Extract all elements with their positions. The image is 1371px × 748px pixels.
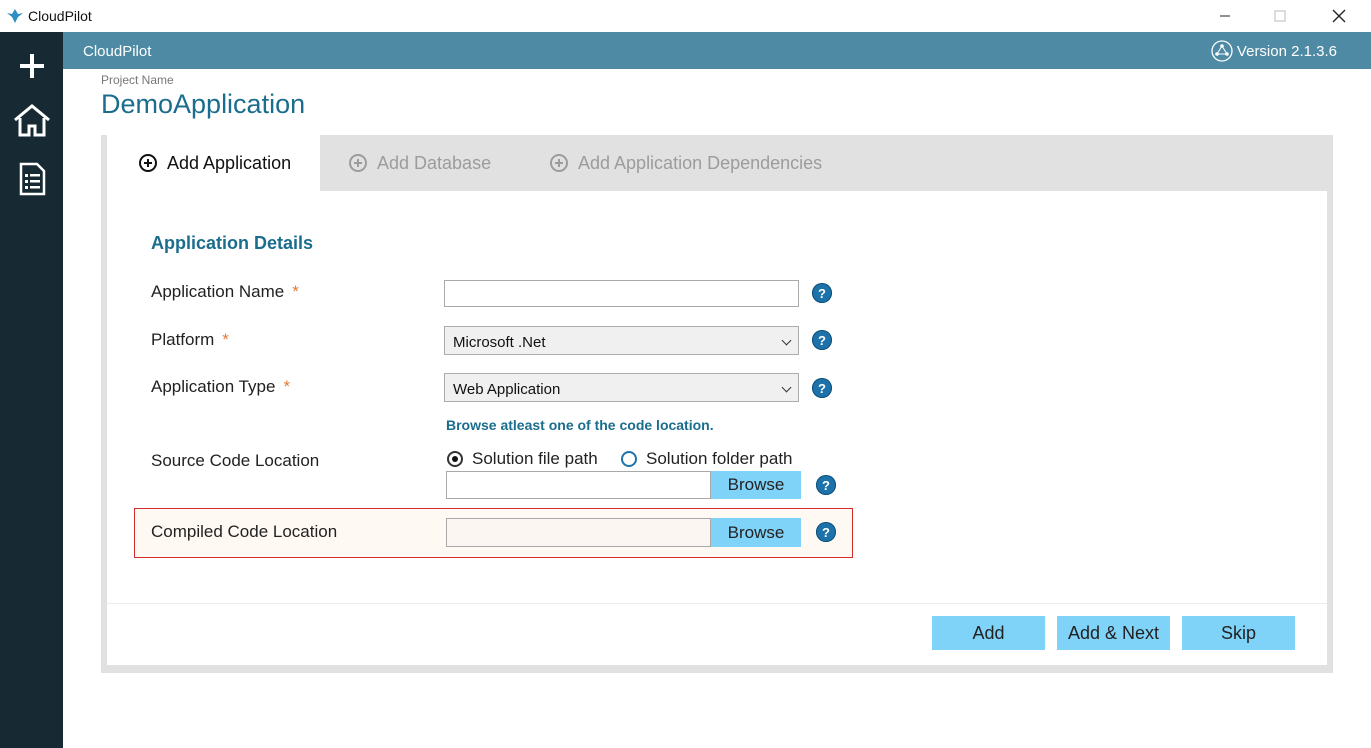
add-icon <box>20 54 44 78</box>
compiled-code-path-input[interactable] <box>446 518 711 547</box>
header-title: CloudPilot <box>83 43 152 60</box>
sidebar-home-button[interactable] <box>10 98 54 142</box>
add-and-next-button[interactable]: Add & Next <box>1057 616 1170 650</box>
tab-add-database[interactable]: Add Database <box>349 135 491 191</box>
minimize-button[interactable] <box>1202 0 1248 32</box>
app-header: CloudPilot Version 2.1.3.6 <box>63 32 1371 69</box>
chevron-down-icon <box>781 382 792 393</box>
browse-hint-text: Browse atleast one of the code location. <box>446 417 714 433</box>
sidebar-report-button[interactable] <box>10 157 54 201</box>
project-name-label: Project Name <box>101 73 174 87</box>
window-titlebar: CloudPilot <box>0 0 1371 33</box>
label-text: Application Name <box>151 282 285 301</box>
report-icon <box>19 162 46 196</box>
left-sidebar <box>0 32 63 748</box>
platform-select[interactable]: Microsoft .Net <box>444 326 799 355</box>
source-code-location-label: Source Code Location <box>151 451 320 470</box>
chevron-down-icon <box>781 335 792 346</box>
source-browse-button[interactable]: Browse <box>711 471 801 499</box>
radio-solution-folder-path[interactable]: Solution folder path <box>621 449 793 469</box>
close-button[interactable] <box>1316 0 1362 32</box>
add-button[interactable]: Add <box>932 616 1045 650</box>
source-code-path-input[interactable] <box>446 471 711 499</box>
close-icon <box>1332 9 1346 23</box>
label-text: Platform <box>151 330 215 349</box>
app-type-selected-value: Web Application <box>453 381 561 398</box>
compiled-browse-button[interactable]: Browse <box>711 518 801 547</box>
required-marker: * <box>283 377 291 396</box>
plus-circle-icon <box>550 154 568 172</box>
compiled-code-location-label: Compiled Code Location <box>151 522 338 541</box>
tab-label: Add Application Dependencies <box>578 152 823 173</box>
sidebar-add-button[interactable] <box>10 44 54 88</box>
project-name: DemoApplication <box>101 89 306 119</box>
application-name-label: Application Name * <box>151 282 299 302</box>
radio-label: Solution folder path <box>646 449 793 468</box>
radio-solution-file-path[interactable]: Solution file path <box>447 449 598 469</box>
help-icon[interactable]: ? <box>812 283 832 303</box>
window-title: CloudPilot <box>28 8 92 24</box>
required-marker: * <box>292 282 299 301</box>
actions-divider <box>107 603 1327 604</box>
application-type-select[interactable]: Web Application <box>444 373 799 402</box>
radio-unselected-icon <box>621 451 637 467</box>
maximize-icon <box>1274 10 1286 22</box>
application-type-label: Application Type * <box>151 377 290 397</box>
radio-label: Solution file path <box>472 449 598 468</box>
plus-circle-icon <box>139 154 157 172</box>
version-info: Version 2.1.3.6 <box>1211 40 1337 62</box>
wizard-panel: Add Application Add Database Add Applica… <box>101 135 1333 673</box>
tab-label: Add Application <box>167 152 292 173</box>
platform-selected-value: Microsoft .Net <box>453 334 546 351</box>
home-icon <box>14 104 50 137</box>
tab-label: Add Database <box>377 152 492 173</box>
network-icon <box>1211 40 1233 62</box>
section-title: Application Details <box>151 233 314 253</box>
version-text: Version 2.1.3.6 <box>1236 42 1337 60</box>
tab-add-application-dependencies[interactable]: Add Application Dependencies <box>550 135 822 191</box>
label-text: Application Type <box>151 377 276 396</box>
cloudpilot-logo-icon <box>7 9 23 23</box>
required-marker: * <box>222 330 229 349</box>
skip-button[interactable]: Skip <box>1182 616 1295 650</box>
radio-selected-icon <box>447 451 463 467</box>
tab-content <box>107 191 1327 665</box>
maximize-button[interactable] <box>1257 0 1303 32</box>
plus-circle-icon <box>349 154 367 172</box>
help-icon[interactable]: ? <box>812 330 832 350</box>
tab-add-application[interactable]: Add Application <box>107 135 320 191</box>
help-icon[interactable]: ? <box>812 378 832 398</box>
help-icon[interactable]: ? <box>816 522 836 542</box>
help-icon[interactable]: ? <box>816 475 836 495</box>
platform-label: Platform * <box>151 330 229 350</box>
application-name-input[interactable] <box>444 280 799 307</box>
minimize-icon <box>1220 15 1230 17</box>
